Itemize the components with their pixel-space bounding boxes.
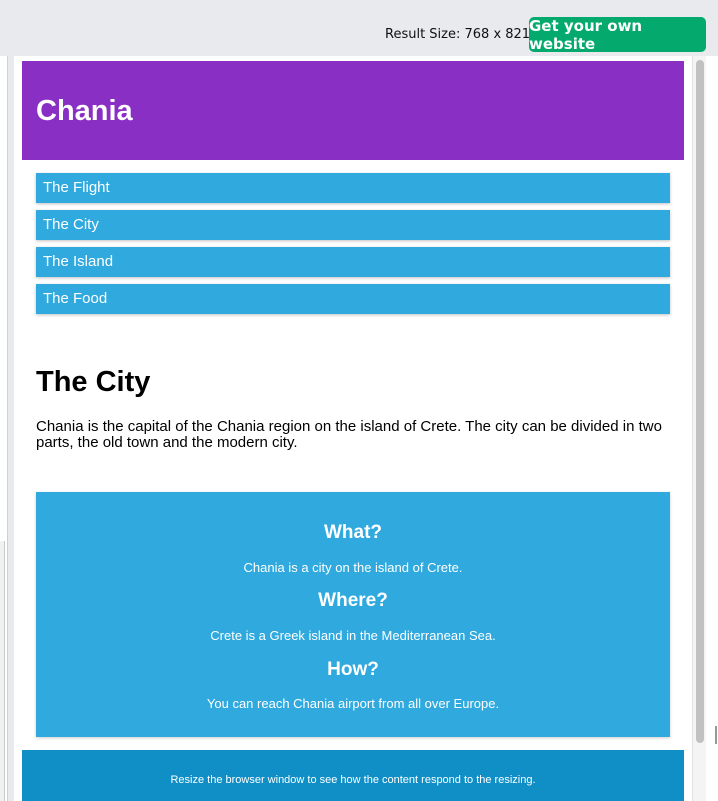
menu-item-the-food[interactable]: The Food: [36, 284, 670, 314]
footer-text: Resize the browser window to see how the…: [170, 774, 536, 786]
nav-menu: The Flight The City The Island The Food: [36, 173, 670, 321]
aside-question-where: Where?: [318, 590, 388, 611]
right-panel-edge: [706, 56, 718, 801]
menu-item-the-city[interactable]: The City: [36, 210, 670, 240]
aside-question-how: How?: [327, 659, 379, 680]
left-panel-edge: [0, 56, 8, 801]
content-paragraph: Chania is the capital of the Chania regi…: [36, 418, 662, 451]
aside-answer-what: Chania is a city on the island of Crete.: [243, 560, 463, 575]
result-size-label: Result Size: 768 x 821: [385, 27, 531, 42]
aside-answer-how: You can reach Chania airport from all ov…: [206, 696, 500, 711]
info-aside: What? Chania is a city on the island of …: [36, 492, 670, 737]
page-footer: Resize the browser window to see how the…: [22, 750, 684, 801]
vertical-scrollbar[interactable]: [692, 56, 707, 801]
left-panel-scroll: [0, 541, 5, 801]
menu-item-the-flight[interactable]: The Flight: [36, 173, 670, 203]
get-your-own-website-button[interactable]: Get your own website: [529, 17, 706, 53]
aside-answer-where: Crete is a Greek island in the Mediterra…: [210, 628, 496, 643]
result-frame: Chania The Flight The City The Island Th…: [14, 56, 692, 801]
right-edge-divider: [715, 726, 717, 744]
page-header: Chania: [22, 61, 684, 160]
scrollbar-thumb[interactable]: [696, 60, 704, 743]
content-title: The City: [36, 366, 151, 398]
aside-question-what: What?: [323, 522, 383, 543]
header-title: Chania: [36, 95, 133, 127]
top-toolbar: Result Size: 768 x 821 Get your own webs…: [0, 0, 718, 56]
menu-item-the-island[interactable]: The Island: [36, 247, 670, 277]
